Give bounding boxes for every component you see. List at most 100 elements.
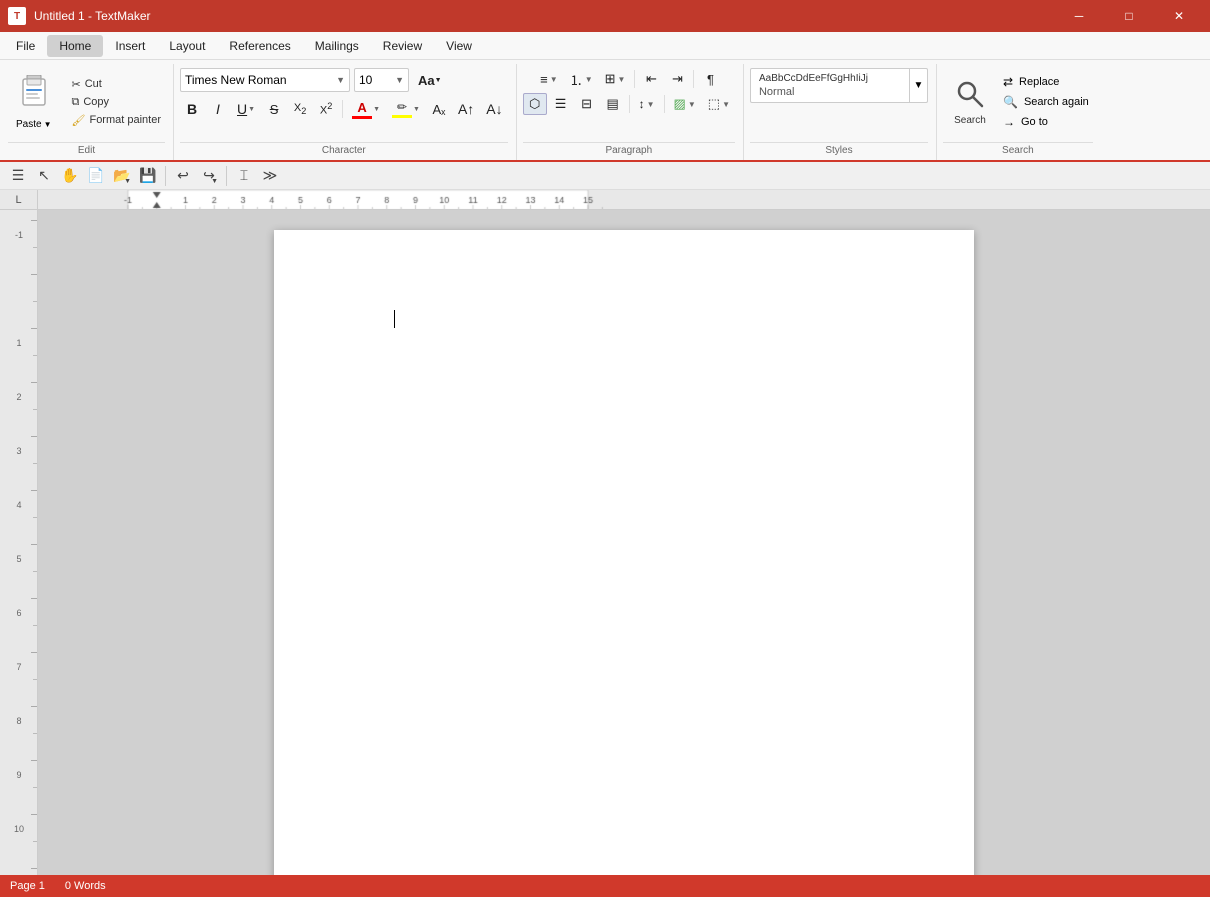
font-row: Times New Roman ▼ 10 ▼ Aa ▼: [180, 68, 447, 92]
mode-button[interactable]: ☰: [6, 164, 30, 188]
status-bar: Page 1 0 Words: [0, 875, 1210, 897]
border-button[interactable]: ⬚▼: [703, 93, 735, 115]
menu-mailings[interactable]: Mailings: [303, 35, 371, 57]
styles-label: Styles: [750, 142, 928, 160]
main-layout: T Untitled 1 - TextMaker ─ □ ✕ File Home…: [0, 0, 1210, 897]
indent-decrease-button[interactable]: ⇤: [639, 68, 663, 90]
replace-icon: ⇄: [1003, 75, 1013, 89]
clipboard-label: Edit: [8, 142, 165, 160]
goto-button[interactable]: → Go to: [999, 113, 1093, 131]
toolbar-separator-2: [226, 166, 227, 186]
menu-review[interactable]: Review: [371, 35, 434, 57]
line-spacing-button[interactable]: ↕▼: [634, 93, 660, 115]
hand-button[interactable]: ✋: [58, 164, 82, 188]
copy-button[interactable]: ⧉ Copy: [68, 94, 166, 111]
toolbar-separator-1: [165, 166, 166, 186]
window-controls: ─ □ ✕: [1056, 0, 1202, 32]
clipboard-group-content: Paste ▼ ✂ Cut ⧉ Copy: [8, 64, 165, 140]
show-formatting-button[interactable]: ¶: [698, 68, 722, 90]
ruler-corner: L: [0, 190, 38, 210]
menu-home[interactable]: Home: [47, 35, 103, 57]
font-color-button[interactable]: A ▼: [347, 98, 385, 120]
maximize-button[interactable]: □: [1106, 0, 1152, 32]
strikethrough-button[interactable]: S: [262, 98, 286, 120]
text-cursor: [394, 310, 395, 328]
document-area[interactable]: [38, 210, 1210, 875]
align-center-button[interactable]: ☰: [549, 93, 573, 115]
outline-list-button[interactable]: ⊞▼: [600, 68, 631, 90]
indent-increase-button[interactable]: ⇥: [665, 68, 689, 90]
grow-font-button[interactable]: A↑: [453, 98, 479, 120]
style-preview: AaBbCcDdEeFfGgHhIiJj Normal: [750, 68, 910, 103]
search-button[interactable]: Search: [943, 71, 997, 133]
menu-references[interactable]: References: [217, 35, 302, 57]
new-button[interactable]: 📄: [84, 164, 108, 188]
minimize-button[interactable]: ─: [1056, 0, 1102, 32]
align-justify-button[interactable]: ▤: [601, 93, 625, 115]
open-button[interactable]: 📂▼: [110, 164, 134, 188]
styles-group: AaBbCcDdEeFfGgHhIiJj Normal ▼ Styles: [746, 64, 937, 160]
undo-button[interactable]: ↩: [171, 164, 195, 188]
menu-file[interactable]: File: [4, 35, 47, 57]
shrink-font-button[interactable]: A↓: [481, 98, 507, 120]
separator: [342, 100, 343, 118]
styles-group-content: AaBbCcDdEeFfGgHhIiJj Normal ▼: [750, 64, 928, 140]
clear-format-button[interactable]: Aₓ: [427, 98, 451, 120]
vertical-ruler[interactable]: -1123456789101112: [0, 210, 38, 875]
content-area: L -1123456789101112: [0, 190, 1210, 875]
save-button[interactable]: 💾: [136, 164, 160, 188]
style-dropdown-button[interactable]: ▼: [910, 68, 928, 103]
para-row2: ⬡ ☰ ⊟ ▤ ↕▼: [523, 93, 735, 115]
clipboard-actions: ✂ Cut ⧉ Copy 🖌 Format painter: [68, 76, 166, 129]
superscript-button[interactable]: X2: [314, 98, 338, 120]
cut-icon: ✂: [72, 78, 81, 91]
menu-insert[interactable]: Insert: [103, 35, 157, 57]
italic-button[interactable]: I: [206, 98, 230, 120]
titlebar: T Untitled 1 - TextMaker ─ □ ✕: [0, 0, 1210, 32]
separator: [693, 70, 694, 88]
align-right-button[interactable]: ⊟: [575, 93, 599, 115]
select-button[interactable]: ⌶: [232, 164, 256, 188]
replace-button[interactable]: ⇄ Replace: [999, 73, 1093, 91]
font-size-dropdown[interactable]: 10 ▼: [354, 68, 409, 92]
underline-button[interactable]: U ▼: [232, 98, 260, 120]
subscript-button[interactable]: X2: [288, 98, 312, 120]
cut-button[interactable]: ✂ Cut: [68, 76, 166, 93]
more-button[interactable]: ≫: [258, 164, 282, 188]
paste-icon: [11, 73, 57, 118]
search-actions: ⇄ Replace 🔍 Search again → Go to: [999, 73, 1093, 131]
numbered-list-button[interactable]: ⒈▼: [565, 68, 598, 90]
para-row1: ≡▼ ⒈▼ ⊞▼ ⇤ ⇥: [535, 68, 722, 90]
character-group-content: Times New Roman ▼ 10 ▼ Aa ▼: [180, 64, 508, 140]
word-count: 0 Words: [65, 880, 106, 892]
search-again-button[interactable]: 🔍 Search again: [999, 93, 1093, 111]
align-left-button[interactable]: ⬡: [523, 93, 547, 115]
format-painter-icon: 🖌: [72, 114, 86, 127]
page[interactable]: [274, 230, 974, 875]
menu-view[interactable]: View: [434, 35, 484, 57]
redo-button[interactable]: ↪▼: [197, 164, 221, 188]
tab-stop-selector[interactable]: L: [0, 190, 37, 209]
shading-button[interactable]: ▨▼: [669, 93, 701, 115]
menu-layout[interactable]: Layout: [157, 35, 217, 57]
editor-layout: L -1123456789101112: [0, 190, 1210, 875]
font-case-button[interactable]: Aa ▼: [413, 69, 447, 91]
bullet-list-button[interactable]: ≡▼: [535, 68, 563, 90]
goto-icon: →: [1003, 115, 1015, 129]
paste-button[interactable]: Paste ▼: [8, 118, 60, 131]
separator: [634, 70, 635, 88]
pointer-button[interactable]: ↖: [32, 164, 56, 188]
format-painter-button[interactable]: 🖌 Format painter: [68, 112, 166, 129]
style-selector: AaBbCcDdEeFfGgHhIiJj Normal ▼: [750, 68, 928, 103]
menubar: File Home Insert Layout References Maili…: [0, 32, 1210, 60]
horizontal-ruler[interactable]: [38, 190, 1210, 210]
copy-icon: ⧉: [72, 96, 80, 109]
close-button[interactable]: ✕: [1156, 0, 1202, 32]
doc-container: -1123456789101112: [0, 210, 1210, 875]
highlight-button[interactable]: ✏ ▼: [387, 98, 425, 120]
separator: [664, 95, 665, 113]
font-name-dropdown[interactable]: Times New Roman ▼: [180, 68, 350, 92]
search-group: Search ⇄ Replace 🔍 Search again: [939, 64, 1101, 160]
search-again-icon: 🔍: [1003, 95, 1018, 109]
bold-button[interactable]: B: [180, 98, 204, 120]
